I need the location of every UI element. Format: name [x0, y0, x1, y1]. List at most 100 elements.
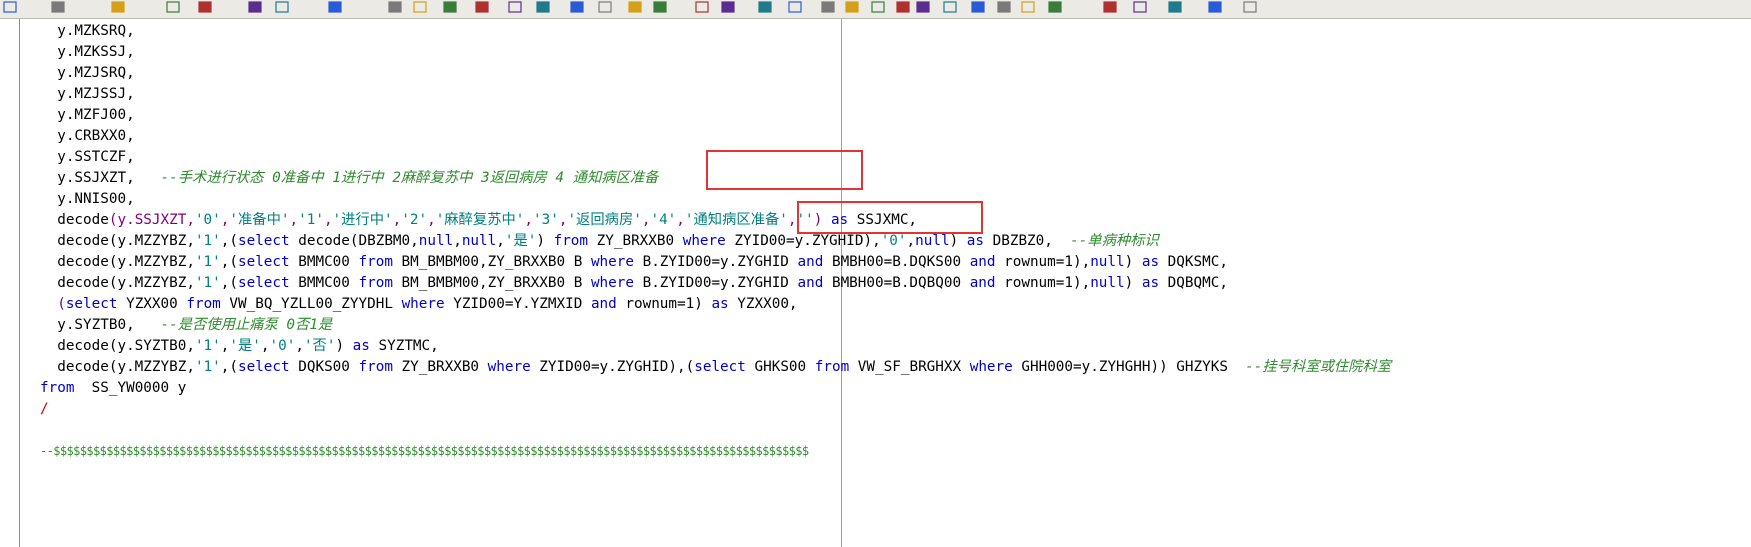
code-keyword: null: [418, 233, 454, 249]
code-text: ,: [906, 233, 916, 249]
code-keyword: null: [1090, 275, 1125, 291]
play-icon[interactable]: [755, 0, 775, 14]
db2-icon[interactable]: [1240, 0, 1260, 14]
code-text: ,: [392, 212, 402, 228]
code-keyword: where: [401, 296, 445, 312]
exec1-icon[interactable]: [968, 0, 988, 14]
code-text: BM_BMBM00,ZY_BRXXB0 B: [392, 254, 591, 270]
code-text: ZY_BRXXB0: [588, 233, 683, 249]
compare-icon[interactable]: [625, 0, 645, 14]
code-text: (: [40, 296, 66, 312]
code-string: '准备中': [229, 212, 290, 228]
first-icon[interactable]: [692, 0, 712, 14]
code-keyword: select: [237, 359, 290, 375]
exec3-icon[interactable]: [1018, 0, 1038, 14]
wand-icon[interactable]: [1165, 0, 1185, 14]
code-string: '1': [194, 359, 221, 375]
editor-gutter: [0, 19, 20, 547]
window-icon[interactable]: [440, 0, 460, 14]
code-text: ,: [453, 233, 462, 249]
window2-icon[interactable]: [1205, 0, 1225, 14]
code-text: YZXX00,: [728, 296, 798, 312]
code-text: BMBH00=B.DQBQ00: [823, 275, 970, 291]
prev-icon[interactable]: [718, 0, 738, 14]
open-file-icon[interactable]: [108, 0, 128, 14]
pause-icon[interactable]: [818, 0, 838, 14]
code-text: decode(DBZBM0,: [289, 233, 419, 249]
code-text: ,: [295, 338, 304, 354]
code-keyword: from: [40, 380, 75, 396]
code-text: VW_BQ_YZLL00_ZYYDHL: [220, 296, 402, 312]
code-text: ): [536, 233, 554, 249]
copy-icon[interactable]: [940, 0, 960, 14]
code-text: rownum=1),: [995, 254, 1091, 270]
code-text: ,: [676, 212, 685, 228]
code-comment: --单病种标识: [1070, 233, 1159, 249]
code-string: '通知病区准备': [684, 212, 788, 228]
code-string: '是': [504, 233, 537, 249]
asterisk-icon[interactable]: [410, 0, 430, 14]
no-icon[interactable]: [913, 0, 933, 14]
code-keyword: from: [358, 359, 393, 375]
code-keyword: as: [711, 296, 729, 312]
code-string: '0': [269, 338, 296, 354]
code-keyword: select: [237, 254, 290, 270]
next-icon[interactable]: [868, 0, 888, 14]
code-line-14: (select YZXX00 from VW_BQ_YZLL00_ZYYDHL …: [40, 294, 798, 315]
report-icon[interactable]: [1130, 0, 1150, 14]
exec4-icon[interactable]: [1045, 0, 1065, 14]
code-line-19: /: [40, 401, 49, 417]
code-text: ,: [323, 212, 333, 228]
code-line-11: decode(y.MZZYBZ,'1',(select decode(DBZBM…: [40, 231, 1159, 252]
code-text: ,: [496, 233, 505, 249]
code-keyword: and: [590, 296, 617, 312]
arrow-right-icon[interactable]: [0, 0, 20, 14]
code-line-3: y.MZJSRQ,: [40, 65, 135, 81]
code-comment: --手术进行状态 0准备中 1进行中 2麻醉复苏中 3返回病房 4 通知病区准备: [160, 170, 659, 186]
step-icon[interactable]: [785, 0, 805, 14]
code-text: ,(: [220, 275, 238, 291]
print-icon[interactable]: [195, 0, 215, 14]
tool-icon[interactable]: [650, 0, 670, 14]
toolbar: [0, 0, 1751, 19]
code-keyword: and: [797, 254, 824, 270]
db-split-icon[interactable]: [533, 0, 553, 14]
key-icon[interactable]: [567, 0, 587, 14]
code-text: DQKSMC,: [1159, 254, 1228, 270]
code-keyword: null: [915, 233, 950, 249]
code-string: '1': [194, 254, 221, 270]
code-keyword: select: [694, 359, 746, 375]
stop-icon[interactable]: [842, 0, 862, 14]
code-text: B.ZYID00=y.ZYGHID: [633, 254, 798, 270]
code-keyword: and: [797, 275, 824, 291]
exec2-icon[interactable]: [994, 0, 1014, 14]
code-text: ): [335, 338, 353, 354]
code-text: ,: [260, 338, 270, 354]
last-icon[interactable]: [893, 0, 913, 14]
code-line-12: decode(y.MZZYBZ,'1',(select BMMC00 from …: [40, 252, 1228, 273]
new-file-icon[interactable]: [48, 0, 68, 14]
code-text: decode(y.MZZYBZ,: [40, 233, 195, 249]
code-keyword: where: [487, 359, 531, 375]
pin-icon[interactable]: [385, 0, 405, 14]
code-keyword: select: [65, 296, 118, 312]
text-ab-icon[interactable]: [245, 0, 265, 14]
explain-icon[interactable]: [325, 0, 345, 14]
toggle-icon[interactable]: [472, 0, 492, 14]
code-line-17: decode(y.MZZYBZ,'1',(select DQKS00 from …: [40, 357, 1391, 378]
code-text: decode(y.MZZYBZ,: [40, 359, 195, 375]
code-keyword: as: [966, 233, 985, 249]
code-string: '是': [229, 338, 261, 354]
code-keyword: as: [1141, 275, 1160, 291]
code-text: DQBQMC,: [1159, 275, 1228, 291]
code-text: ZY_BRXXB0: [392, 359, 488, 375]
code-line-4: y.MZJSSJ,: [40, 86, 135, 102]
db-icon[interactable]: [505, 0, 525, 14]
save-icon[interactable]: [163, 0, 183, 14]
code-text: BMMC00: [289, 275, 359, 291]
code-text: DBZBZ0,: [984, 233, 1071, 249]
code-string: '1': [298, 212, 324, 228]
find-icon[interactable]: [595, 0, 615, 14]
bulb-icon[interactable]: [1100, 0, 1120, 14]
grid-icon[interactable]: [272, 0, 292, 14]
